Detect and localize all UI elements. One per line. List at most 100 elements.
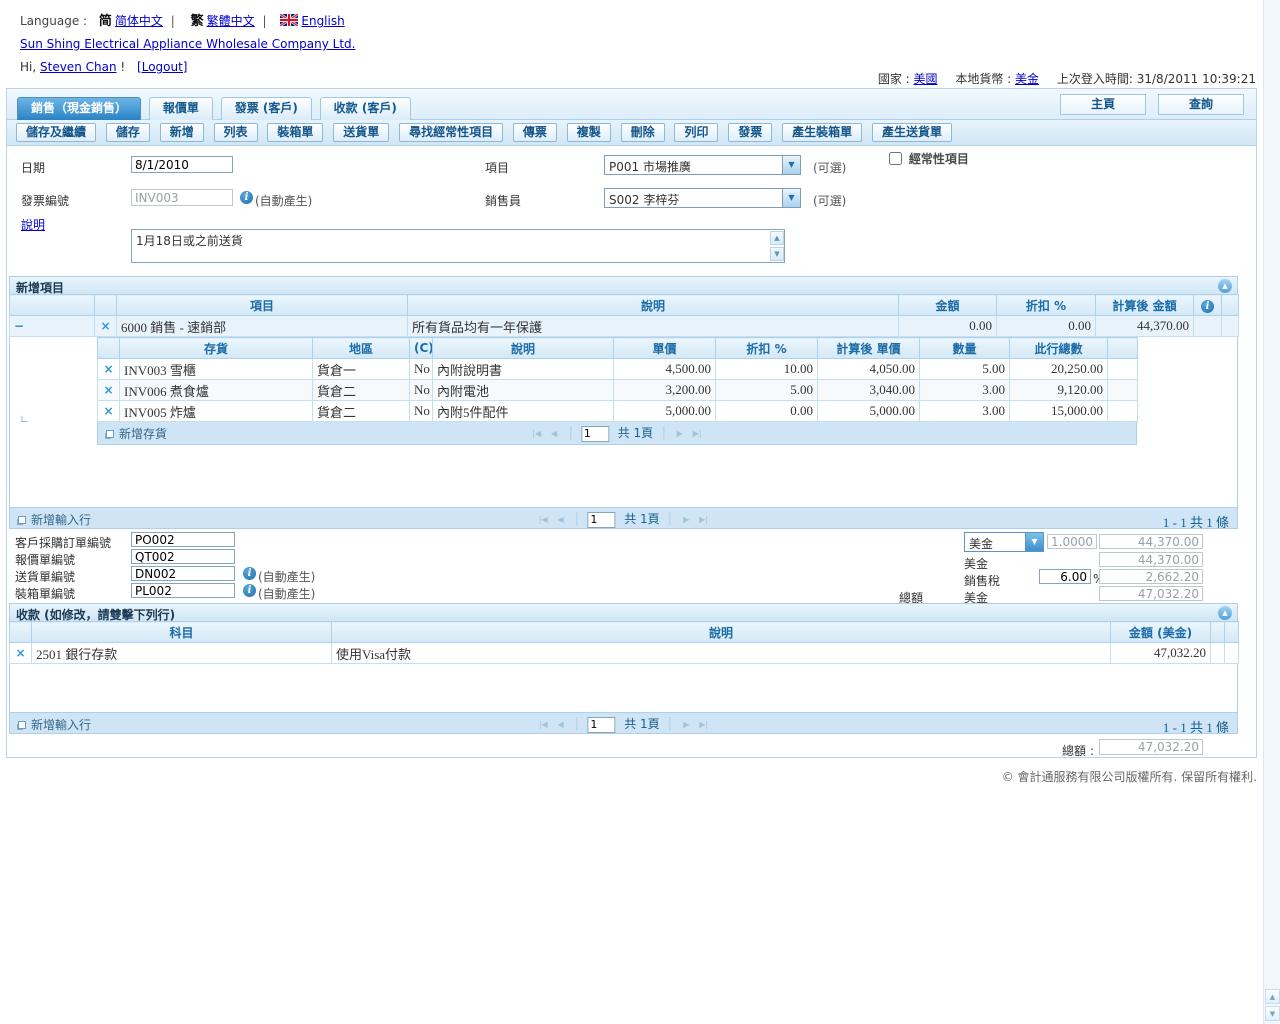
delete-button[interactable]: 刪除 bbox=[621, 123, 665, 142]
info-icon[interactable]: i bbox=[243, 567, 256, 580]
discount-cell: 0.00 bbox=[997, 316, 1096, 337]
info-icon[interactable]: i bbox=[1201, 300, 1214, 313]
lang-traditional-link[interactable]: 繁體中文 bbox=[207, 14, 255, 28]
collapse-icon[interactable]: ▲ bbox=[1218, 279, 1232, 293]
col-stock-discount: 折扣 % bbox=[716, 338, 818, 359]
info-icon[interactable]: i bbox=[243, 584, 256, 597]
qt-input[interactable] bbox=[131, 549, 235, 564]
pager-prev-icon[interactable]: ◀ bbox=[558, 720, 564, 729]
stock-desc-cell: 內附說明書 bbox=[433, 359, 614, 380]
lang-english-link[interactable]: English bbox=[301, 14, 344, 28]
copy-button[interactable]: 複製 bbox=[567, 123, 611, 142]
pager-last-icon[interactable]: ▶| bbox=[699, 720, 708, 729]
date-input[interactable] bbox=[131, 156, 233, 173]
scroll-down-icon[interactable]: ▼ bbox=[770, 247, 784, 261]
pager-first-icon[interactable]: |◀ bbox=[539, 720, 548, 729]
tab-receipt-customer[interactable]: 收款 (客戶) bbox=[320, 97, 411, 120]
col-stock-desc: 說明 bbox=[433, 338, 614, 359]
col-amount: 金額 bbox=[899, 295, 997, 316]
invoice-button[interactable]: 發票 bbox=[728, 123, 772, 142]
add-receipt-row-link[interactable]: 新增輸入行 bbox=[16, 718, 91, 732]
currency-select[interactable]: 美金 ▼ bbox=[964, 532, 1044, 552]
delete-row-icon[interactable]: × bbox=[100, 319, 110, 333]
home-button[interactable]: 主頁 bbox=[1060, 94, 1146, 115]
list-button[interactable]: 列表 bbox=[214, 123, 258, 142]
project-select[interactable]: P001 市場推廣 ▼ bbox=[604, 155, 801, 175]
company-link[interactable]: Sun Shing Electrical Appliance Wholesale… bbox=[20, 37, 355, 51]
pager-prev-icon[interactable]: ◀ bbox=[558, 515, 564, 524]
pager-first-icon[interactable]: |◀ bbox=[532, 429, 541, 438]
total-input bbox=[1099, 586, 1203, 601]
collapse-icon[interactable]: ▲ bbox=[1218, 606, 1232, 620]
delete-row-icon[interactable]: × bbox=[103, 404, 113, 418]
salesman-select[interactable]: S002 李梓芬 ▼ bbox=[604, 188, 801, 208]
tab-quotation[interactable]: 報價單 bbox=[149, 97, 213, 120]
collapse-row-icon[interactable]: − bbox=[14, 319, 24, 333]
delete-row-icon[interactable]: × bbox=[103, 383, 113, 397]
pager-first-icon[interactable]: |◀ bbox=[539, 515, 548, 524]
new-button[interactable]: 新增 bbox=[160, 123, 204, 142]
description-link[interactable]: 說明 bbox=[21, 216, 45, 233]
inventory-row: × INV003 雪櫃 貨倉一 No 內附說明書 4,500.00 10.00 … bbox=[98, 359, 1138, 380]
calc-price-cell: 4,050.00 bbox=[818, 359, 920, 380]
qt-label: 報價單編號 bbox=[15, 551, 75, 568]
description-textarea[interactable]: 1月18日或之前送貨 ▲ ▼ bbox=[131, 229, 785, 263]
pager-page-input[interactable] bbox=[587, 512, 615, 528]
recurring-item-label: 經常性項目 bbox=[909, 152, 969, 166]
recurring-item-checkbox[interactable] bbox=[889, 152, 902, 165]
pager-next-icon[interactable]: ▶ bbox=[683, 720, 689, 729]
po-input[interactable] bbox=[131, 532, 235, 547]
scroll-down-icon[interactable]: ▼ bbox=[1265, 1006, 1280, 1021]
pl-input[interactable] bbox=[131, 583, 235, 598]
divider bbox=[577, 717, 578, 731]
divider bbox=[669, 512, 670, 526]
voucher-button[interactable]: 傳票 bbox=[513, 123, 557, 142]
country-link[interactable]: 美國 bbox=[914, 72, 938, 86]
pager-last-icon[interactable]: ▶| bbox=[699, 515, 708, 524]
tax-rate-input[interactable] bbox=[1039, 569, 1091, 584]
pager-last-icon[interactable]: ▶| bbox=[693, 429, 702, 438]
logout-link[interactable]: [Logout] bbox=[137, 60, 187, 74]
vertical-scrollbar[interactable]: ▲ ▼ bbox=[1263, 0, 1280, 1024]
pager-page-input[interactable] bbox=[587, 717, 615, 733]
record-range-info: 1 - 1 共 1 條 bbox=[1163, 512, 1229, 531]
chevron-down-icon[interactable]: ▼ bbox=[1025, 533, 1043, 551]
date-label: 日期 bbox=[21, 159, 45, 176]
dn-input[interactable] bbox=[131, 566, 235, 581]
c-cell: No bbox=[410, 401, 433, 422]
add-row-icon bbox=[18, 721, 26, 729]
pager-next-icon[interactable]: ▶ bbox=[683, 515, 689, 524]
tab-sales-cash[interactable]: 銷售（現金銷售） bbox=[17, 97, 141, 120]
local-currency-link[interactable]: 美金 bbox=[1015, 72, 1039, 86]
delivery-note-button[interactable]: 送貨單 bbox=[333, 123, 389, 142]
chevron-down-icon[interactable]: ▼ bbox=[782, 156, 800, 174]
lang-simplified-link[interactable]: 简体中文 bbox=[115, 14, 163, 28]
col-account: 科目 bbox=[32, 622, 332, 643]
col-item: 項目 bbox=[117, 295, 408, 316]
delete-row-icon[interactable]: × bbox=[103, 362, 113, 376]
delete-row-icon[interactable]: × bbox=[15, 646, 25, 660]
add-item-row-link[interactable]: 新增輸入行 bbox=[16, 513, 91, 527]
pager-page-input[interactable] bbox=[581, 426, 609, 442]
find-recurring-button[interactable]: 尋找經常性項目 bbox=[399, 123, 503, 142]
items-panel-body: ∟ 存貨 地區 (C) 說明 單價 折扣 % 計算後 單價 數量 此行總數 bbox=[9, 337, 1238, 507]
print-button[interactable]: 列印 bbox=[674, 123, 718, 142]
pager-next-icon[interactable]: ▶ bbox=[677, 429, 683, 438]
generate-delivery-button[interactable]: 產生送貨單 bbox=[872, 123, 952, 142]
pager-prev-icon[interactable]: ◀ bbox=[551, 429, 557, 438]
username-link[interactable]: Steven Chan bbox=[40, 60, 117, 74]
scroll-up-icon[interactable]: ▲ bbox=[770, 231, 784, 245]
chevron-down-icon[interactable]: ▼ bbox=[782, 189, 800, 207]
query-button[interactable]: 查詢 bbox=[1158, 94, 1244, 115]
save-continue-button[interactable]: 儲存及繼續 bbox=[16, 123, 96, 142]
save-button[interactable]: 儲存 bbox=[106, 123, 150, 142]
packing-list-button[interactable]: 裝箱單 bbox=[267, 123, 323, 142]
generate-packing-button[interactable]: 產生裝箱單 bbox=[782, 123, 862, 142]
tab-invoice-customer[interactable]: 發票 (客戶) bbox=[221, 97, 312, 120]
tab-strip: 銷售（現金銷售） 報價單 發票 (客戶) 收款 (客戶) 主頁 查詢 bbox=[7, 89, 1256, 120]
divider bbox=[577, 512, 578, 526]
info-icon[interactable]: i bbox=[240, 191, 253, 204]
scroll-up-icon[interactable]: ▲ bbox=[1265, 989, 1280, 1004]
receipt-row[interactable]: × 2501 銀行存款 使用Visa付款 47,032.20 bbox=[10, 643, 1239, 664]
add-stock-link[interactable]: 新增存貨 bbox=[104, 427, 167, 441]
